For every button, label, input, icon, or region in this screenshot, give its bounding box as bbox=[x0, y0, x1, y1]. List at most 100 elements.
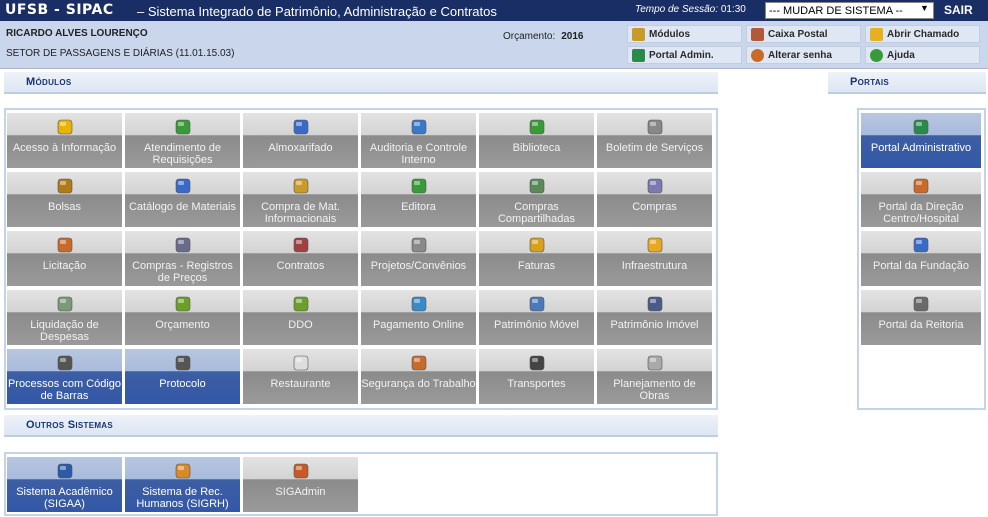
module-tile-label: Contratos bbox=[276, 260, 325, 272]
portal-tile-label: Portal da Fundação bbox=[872, 260, 969, 272]
top-bar: UFSB - SIPAC – Sistema Integrado de Patr… bbox=[0, 0, 988, 21]
module-tile-label: Atendimento de Requisições bbox=[143, 142, 222, 166]
module-tile[interactable]: Auditoria e Controle Interno bbox=[361, 113, 476, 168]
module-tile-label: Boletim de Serviços bbox=[605, 142, 704, 154]
publisher-icon bbox=[409, 176, 429, 196]
portal-tile[interactable]: Portal Administrativo bbox=[861, 113, 981, 168]
module-tile[interactable]: Compras Compartilhadas bbox=[479, 172, 594, 227]
other-system-tile-label: Sistema Acadêmico (SIGAA) bbox=[16, 486, 113, 510]
module-tile-label: DDO bbox=[288, 319, 313, 331]
module-tile[interactable]: Catálogo de Materiais bbox=[125, 172, 240, 227]
module-tile[interactable]: Compras bbox=[597, 172, 712, 227]
module-tile-label: Acesso à Informação bbox=[12, 142, 117, 154]
module-tile-label: Projetos/Convênios bbox=[370, 260, 467, 272]
invoice-icon bbox=[527, 235, 547, 255]
open-ticket-button[interactable]: Abrir Chamado bbox=[865, 25, 980, 43]
module-tile-label: Compras - Registros de Preços bbox=[132, 260, 233, 284]
portals-section-header: Portais bbox=[828, 72, 986, 94]
module-tile[interactable]: Transportes bbox=[479, 349, 594, 404]
module-tile[interactable]: Pagamento Online bbox=[361, 290, 476, 345]
cart-icon bbox=[645, 176, 665, 196]
module-tile[interactable]: Patrimônio Imóvel bbox=[597, 290, 712, 345]
expense-icon bbox=[55, 294, 75, 314]
direction-icon bbox=[911, 176, 931, 196]
modules-section-header: Módulos bbox=[4, 72, 718, 94]
budget-year-value: 2016 bbox=[561, 31, 584, 42]
other-system-tile-label: Sistema de Rec. Humanos (SIGRH) bbox=[136, 486, 229, 510]
module-tile[interactable]: Infraestrutura bbox=[597, 231, 712, 286]
module-tile-label: Compras Compartilhadas bbox=[497, 201, 576, 225]
modules-menu-button[interactable]: Módulos bbox=[627, 25, 742, 43]
other-system-tile[interactable]: Sistema de Rec. Humanos (SIGRH) bbox=[125, 457, 240, 512]
shared-cart-icon bbox=[527, 176, 547, 196]
module-tile-label: Segurança do Trabalho bbox=[361, 378, 476, 390]
help-button[interactable]: Ajuda bbox=[865, 46, 980, 64]
portal-admin-button[interactable]: Portal Admin. bbox=[627, 46, 742, 64]
other-system-tile-label: SIGAdmin bbox=[275, 486, 326, 498]
modules-menu-label: Módulos bbox=[649, 28, 691, 40]
portal-tile-label: Portal da Reitoria bbox=[878, 319, 964, 331]
help-icon bbox=[870, 48, 883, 62]
portal-tile[interactable]: Portal da Fundação bbox=[861, 231, 981, 286]
module-tile[interactable]: Compra de Mat. Informacionais bbox=[243, 172, 358, 227]
module-tile-label: Editora bbox=[401, 201, 436, 213]
catalog-icon bbox=[173, 176, 193, 196]
module-tile[interactable]: Almoxarifado bbox=[243, 113, 358, 168]
module-tile[interactable]: Licitação bbox=[7, 231, 122, 286]
portal-admin-icon bbox=[911, 117, 931, 137]
session-label: Tempo de Sessão: bbox=[635, 4, 719, 15]
module-tile[interactable]: Projetos/Convênios bbox=[361, 231, 476, 286]
module-tile[interactable]: Acesso à Informação bbox=[7, 113, 122, 168]
other-system-tile[interactable]: SIGAdmin bbox=[243, 457, 358, 512]
module-tile[interactable]: Planejamento de Obras bbox=[597, 349, 712, 404]
other-systems-section-header: Outros Sistemas bbox=[4, 415, 718, 437]
module-tile[interactable]: Bolsas bbox=[7, 172, 122, 227]
module-tile-label: Processos com Código de Barras bbox=[7, 378, 122, 402]
infrastructure-icon bbox=[645, 235, 665, 255]
module-tile-label: Orçamento bbox=[155, 319, 210, 331]
module-tile[interactable]: Orçamento bbox=[125, 290, 240, 345]
ddo-icon bbox=[291, 294, 311, 314]
safety-icon bbox=[409, 353, 429, 373]
portal-tile[interactable]: Portal da Direção Centro/Hospital bbox=[861, 172, 981, 227]
module-tile-label: Pagamento Online bbox=[372, 319, 465, 331]
portal-admin-label: Portal Admin. bbox=[649, 49, 714, 61]
mailbox-icon bbox=[751, 27, 764, 41]
module-tile[interactable]: DDO bbox=[243, 290, 358, 345]
module-tile-label: Protocolo bbox=[159, 378, 206, 390]
change-password-button[interactable]: Alterar senha bbox=[746, 46, 861, 64]
logout-link[interactable]: SAIR bbox=[944, 3, 973, 17]
module-tile[interactable]: Protocolo bbox=[125, 349, 240, 404]
module-tile[interactable]: Contratos bbox=[243, 231, 358, 286]
contract-icon bbox=[291, 235, 311, 255]
budget-year: Orçamento: 2016 bbox=[503, 31, 584, 42]
user-info-bar: RICARDO ALVES LOURENÇO SETOR DE PASSAGEN… bbox=[0, 21, 988, 69]
module-tile[interactable]: Faturas bbox=[479, 231, 594, 286]
app-name[interactable]: UFSB - SIPAC bbox=[5, 2, 114, 18]
module-tile-label: Compra de Mat. Informacionais bbox=[261, 201, 340, 225]
module-tile[interactable]: Boletim de Serviços bbox=[597, 113, 712, 168]
module-tile[interactable]: Atendimento de Requisições bbox=[125, 113, 240, 168]
mailbox-button[interactable]: Caixa Postal bbox=[746, 25, 861, 43]
price-register-icon bbox=[173, 235, 193, 255]
budget-label: Orçamento: bbox=[503, 31, 556, 42]
module-tile[interactable]: Patrimônio Móvel bbox=[479, 290, 594, 345]
module-tile[interactable]: Processos com Código de Barras bbox=[7, 349, 122, 404]
open-ticket-label: Abrir Chamado bbox=[887, 28, 960, 40]
building-icon bbox=[645, 294, 665, 314]
books-purchase-icon bbox=[291, 176, 311, 196]
module-tile-label: Liquidação de Despesas bbox=[30, 319, 99, 343]
system-switcher-select[interactable]: --- MUDAR DE SISTEMA -- bbox=[765, 2, 934, 19]
module-tile[interactable]: Restaurante bbox=[243, 349, 358, 404]
other-system-tile[interactable]: Sistema Acadêmico (SIGAA) bbox=[7, 457, 122, 512]
module-tile[interactable]: Compras - Registros de Preços bbox=[125, 231, 240, 286]
barcode-icon bbox=[55, 353, 75, 373]
module-tile-label: Biblioteca bbox=[512, 142, 561, 154]
module-tile[interactable]: Segurança do Trabalho bbox=[361, 349, 476, 404]
module-tile[interactable]: Biblioteca bbox=[479, 113, 594, 168]
module-tile[interactable]: Liquidação de Despesas bbox=[7, 290, 122, 345]
portal-tile[interactable]: Portal da Reitoria bbox=[861, 290, 981, 345]
protocol-icon bbox=[173, 353, 193, 373]
module-tile-label: Planejamento de Obras bbox=[613, 378, 696, 402]
module-tile[interactable]: Editora bbox=[361, 172, 476, 227]
